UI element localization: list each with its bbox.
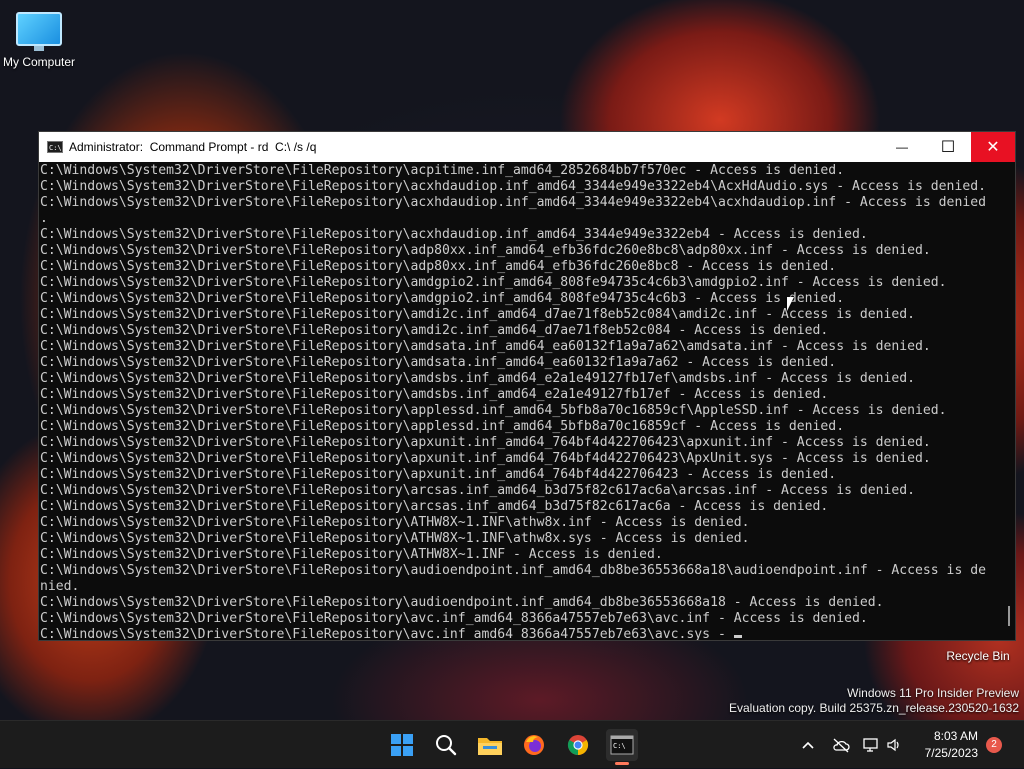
terminal-icon: C:\ [610, 735, 634, 755]
console-line: C:\Windows\System32\DriverStore\FileRepo… [40, 291, 845, 306]
console-line: C:\Windows\System32\DriverStore\FileRepo… [40, 307, 916, 322]
folder-icon [478, 738, 502, 755]
console-line: C:\Windows\System32\DriverStore\FileRepo… [40, 195, 986, 210]
console-line: C:\Windows\System32\DriverStore\FileRepo… [40, 323, 829, 338]
console-line: C:\Windows\System32\DriverStore\FileRepo… [40, 483, 916, 498]
window-titlebar[interactable]: C:\ Administrator: Command Prompt - rd C… [39, 132, 1015, 162]
file-explorer-button[interactable] [474, 729, 506, 761]
command-prompt-window[interactable]: C:\ Administrator: Command Prompt - rd C… [38, 131, 1016, 641]
console-line: C:\Windows\System32\DriverStore\FileRepo… [40, 451, 931, 466]
taskbar: C:\ 8:03 AM 7/25/2023 2 [0, 720, 1024, 768]
console-line: C:\Windows\System32\DriverStore\FileRepo… [40, 467, 837, 482]
console-line: C:\Windows\System32\DriverStore\FileRepo… [40, 179, 986, 194]
console-line: C:\Windows\System32\DriverStore\FileRepo… [40, 627, 1003, 640]
console-line: C:\Windows\System32\DriverStore\FileRepo… [40, 163, 845, 178]
my-computer-label: My Computer [2, 55, 76, 69]
svg-text:C:\: C:\ [613, 742, 626, 750]
windows-logo-icon [391, 734, 413, 756]
recycle-bin-shortcut[interactable]: Recycle Bin [938, 647, 1018, 663]
search-button[interactable] [430, 729, 462, 761]
console-line: C:\Windows\System32\DriverStore\FileRepo… [40, 531, 750, 546]
console-line: C:\Windows\System32\DriverStore\FileRepo… [40, 611, 868, 626]
terminal-button[interactable]: C:\ [606, 729, 638, 765]
start-button[interactable] [386, 729, 418, 761]
search-icon [436, 735, 457, 756]
active-app-indicator [615, 762, 629, 765]
windows-watermark: Windows 11 Pro Insider Preview Evaluatio… [729, 686, 1019, 716]
console-line: C:\Windows\System32\DriverStore\FileRepo… [40, 547, 663, 562]
console-line: C:\Windows\System32\DriverStore\FileRepo… [40, 387, 829, 402]
console-scrollbar[interactable] [1003, 162, 1015, 640]
console-line: C:\Windows\System32\DriverStore\FileRepo… [40, 227, 868, 242]
console-line: C:\Windows\System32\DriverStore\FileRepo… [40, 403, 947, 418]
console-line: C:\Windows\System32\DriverStore\FileRepo… [40, 259, 837, 274]
chrome-icon [567, 735, 589, 756]
console-line: C:\Windows\System32\DriverStore\FileRepo… [40, 355, 837, 370]
clock-date: 7/25/2023 [924, 746, 978, 760]
cmd-icon: C:\ [47, 141, 63, 153]
minimize-button[interactable]: — [879, 132, 925, 162]
chevron-up-icon[interactable] [800, 737, 816, 753]
console-line: nied. [40, 579, 80, 594]
console-line: C:\Windows\System32\DriverStore\FileRepo… [40, 563, 986, 578]
notification-badge[interactable]: 2 [986, 737, 1002, 753]
console-line: C:\Windows\System32\DriverStore\FileRepo… [40, 371, 916, 386]
mouse-cursor-icon [787, 297, 794, 311]
text-cursor [733, 635, 742, 638]
console-line: . [40, 211, 48, 226]
monitor-icon [16, 12, 62, 51]
cloud-offline-icon[interactable] [832, 737, 850, 753]
close-button[interactable]: ✕ [971, 132, 1015, 162]
console-line: C:\Windows\System32\DriverStore\FileRepo… [40, 435, 931, 450]
console-line: C:\Windows\System32\DriverStore\FileRepo… [40, 419, 845, 434]
console-line: C:\Windows\System32\DriverStore\FileRepo… [40, 515, 750, 530]
watermark-edition: Windows 11 Pro Insider Preview [847, 686, 1019, 700]
chrome-button[interactable] [562, 729, 594, 761]
console-output[interactable]: C:\Windows\System32\DriverStore\FileRepo… [39, 162, 1003, 640]
maximize-button[interactable]: ☐ [925, 132, 971, 162]
clock-time: 8:03 AM [933, 729, 978, 743]
console-line: C:\Windows\System32\DriverStore\FileRepo… [40, 243, 931, 258]
firefox-button[interactable] [518, 729, 550, 761]
window-title: Administrator: Command Prompt - rd C:\ /… [69, 140, 317, 154]
console-line: C:\Windows\System32\DriverStore\FileRepo… [40, 499, 829, 514]
console-line: C:\Windows\System32\DriverStore\FileRepo… [40, 275, 947, 290]
network-icon[interactable] [862, 737, 880, 753]
recycle-bin-label: Recycle Bin [946, 649, 1010, 663]
watermark-build: Evaluation copy. Build 25375.zn_release.… [729, 701, 1019, 715]
taskbar-clock[interactable]: 8:03 AM 7/25/2023 [925, 728, 978, 762]
firefox-icon [524, 735, 544, 755]
scrollbar-thumb[interactable] [1008, 606, 1010, 626]
console-line: C:\Windows\System32\DriverStore\FileRepo… [40, 339, 931, 354]
console-line: C:\Windows\System32\DriverStore\FileRepo… [40, 595, 884, 610]
volume-icon[interactable] [886, 737, 902, 753]
my-computer-shortcut[interactable]: My Computer [0, 12, 78, 69]
